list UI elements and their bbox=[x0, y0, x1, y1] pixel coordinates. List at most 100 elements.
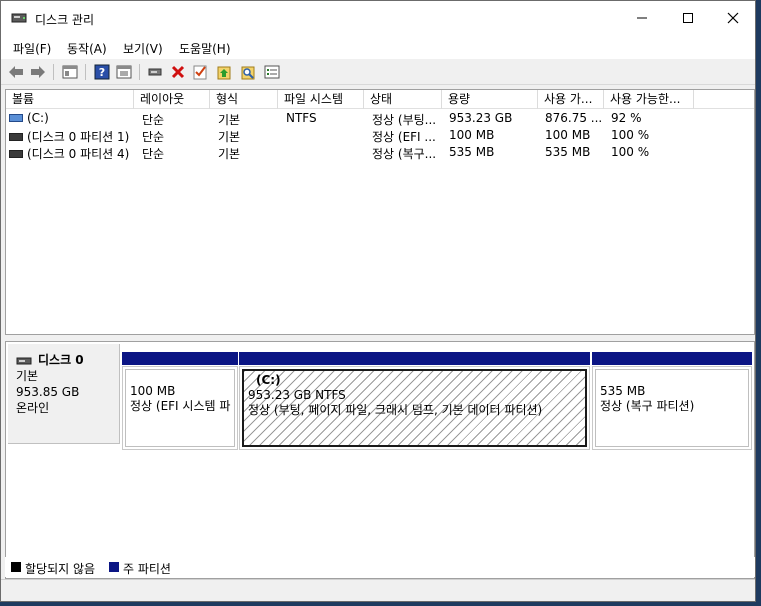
toolbar: ? bbox=[1, 59, 755, 85]
capacity-cell: 100 MB bbox=[449, 128, 495, 142]
settings-list-icon[interactable] bbox=[263, 63, 281, 81]
menu-bar: 파일(F) 동작(A) 보기(V) 도움말(H) bbox=[1, 35, 755, 59]
table-row[interactable]: (디스크 0 파티션 4) 단순 기본 정상 (복구... 535 MB 535… bbox=[6, 144, 754, 161]
layout-cell: 단순 bbox=[142, 113, 165, 127]
table-row[interactable]: (C:) 단순 기본 NTFS 정상 (부팅... 953.23 GB 876.… bbox=[6, 110, 754, 127]
disk-name: 디스크 0 bbox=[38, 353, 84, 367]
search-icon[interactable] bbox=[239, 63, 257, 81]
free-space-cell: 876.75 ... bbox=[545, 111, 603, 125]
legend-swatch-unallocated bbox=[11, 562, 21, 572]
show-hide-console-tree-icon[interactable] bbox=[61, 63, 79, 81]
free-space-cell: 100 MB bbox=[545, 128, 591, 142]
toolbar-separator bbox=[53, 64, 54, 80]
column-header-filesystem[interactable]: 파일 시스템 bbox=[278, 90, 364, 109]
primary-partition-bar bbox=[592, 352, 752, 365]
partition-content: 535 MB 정상 (복구 파티션) bbox=[595, 369, 749, 447]
properties-icon[interactable] bbox=[115, 63, 133, 81]
back-icon[interactable] bbox=[7, 63, 25, 81]
volume-cell: (C:) bbox=[9, 111, 49, 125]
close-button[interactable] bbox=[710, 1, 756, 35]
volume-icon bbox=[9, 113, 23, 122]
legend-label-unallocated: 할당되지 않음 bbox=[25, 562, 96, 576]
check-icon[interactable] bbox=[191, 63, 209, 81]
partition-content: (C:) 953.23 GB NTFS 정상 (부팅, 페이지 파일, 크래시 … bbox=[242, 369, 587, 447]
connect-icon[interactable] bbox=[147, 63, 165, 81]
layout-cell: 단순 bbox=[142, 130, 165, 144]
partition-size: 953.23 GB NTFS bbox=[248, 388, 346, 402]
forward-icon[interactable] bbox=[29, 63, 47, 81]
menu-action[interactable]: 동작(A) bbox=[67, 40, 107, 57]
menu-file[interactable]: 파일(F) bbox=[13, 40, 51, 57]
partition-body: 535 MB 정상 (복구 파티션) bbox=[592, 366, 752, 450]
partition-status: 정상 (EFI 시스템 파 bbox=[130, 399, 231, 413]
volume-icon bbox=[9, 149, 23, 158]
legend: 할당되지 않음 주 파티션 bbox=[5, 557, 755, 577]
partition-label: (C:) bbox=[256, 373, 281, 387]
partition-body: (C:) 953.23 GB NTFS 정상 (부팅, 페이지 파일, 크래시 … bbox=[239, 366, 590, 450]
disk-graphical-view: 디스크 0 기본 953.85 GB 온라인 100 MB 정상 (EFI 시스… bbox=[5, 341, 755, 579]
column-header-status[interactable]: 상태 bbox=[364, 90, 442, 109]
volume-list: 볼륨 레이아웃 형식 파일 시스템 상태 용량 사용 가... 사용 가능한..… bbox=[5, 89, 755, 335]
status-cell: 정상 (EFI ... bbox=[372, 130, 436, 144]
type-cell: 기본 bbox=[218, 113, 241, 127]
partition-c-drive[interactable]: (C:) 953.23 GB NTFS 정상 (부팅, 페이지 파일, 크래시 … bbox=[239, 352, 590, 450]
primary-partition-bar bbox=[239, 352, 590, 365]
status-cell: 정상 (복구... bbox=[372, 147, 437, 161]
disk-management-icon bbox=[11, 11, 27, 25]
volume-name: (디스크 0 파티션 1) bbox=[27, 130, 130, 144]
type-cell: 기본 bbox=[218, 130, 241, 144]
window-title: 디스크 관리 bbox=[35, 13, 95, 27]
status-cell: 정상 (부팅... bbox=[372, 113, 437, 127]
minimize-button[interactable] bbox=[619, 1, 665, 35]
capacity-cell: 535 MB bbox=[449, 145, 495, 159]
free-space-cell: 535 MB bbox=[545, 145, 591, 159]
partition-size: 100 MB bbox=[130, 384, 176, 398]
disk-management-window: 디스크 관리 파일(F) 동작(A) 보기(V) 도움말(H) ? 볼륨 레이아… bbox=[0, 0, 756, 602]
column-header-type[interactable]: 형식 bbox=[210, 90, 278, 109]
filesystem-cell: NTFS bbox=[286, 111, 317, 125]
disk-size: 953.85 GB bbox=[16, 385, 80, 399]
volume-list-header: 볼륨 레이아웃 형식 파일 시스템 상태 용량 사용 가... 사용 가능한..… bbox=[6, 90, 754, 109]
disk-info-panel[interactable]: 디스크 0 기본 953.85 GB 온라인 bbox=[8, 344, 120, 444]
maximize-button[interactable] bbox=[665, 1, 711, 35]
percent-free-cell: 92 % bbox=[611, 111, 642, 125]
svg-text:?: ? bbox=[99, 66, 105, 79]
column-header-volume[interactable]: 볼륨 bbox=[6, 90, 134, 109]
disk-state: 온라인 bbox=[16, 401, 50, 415]
status-bar bbox=[1, 579, 755, 601]
up-icon[interactable] bbox=[215, 63, 233, 81]
menu-help[interactable]: 도움말(H) bbox=[179, 40, 231, 57]
disk-type: 기본 bbox=[16, 369, 39, 383]
partition-size: 535 MB bbox=[600, 384, 646, 398]
layout-cell: 단순 bbox=[142, 147, 165, 161]
delete-icon[interactable] bbox=[169, 63, 187, 81]
type-cell: 기본 bbox=[218, 147, 241, 161]
volume-cell: (디스크 0 파티션 1) bbox=[9, 128, 129, 145]
percent-free-cell: 100 % bbox=[611, 128, 650, 142]
menu-view[interactable]: 보기(V) bbox=[123, 40, 163, 57]
table-row[interactable]: (디스크 0 파티션 1) 단순 기본 정상 (EFI ... 100 MB 1… bbox=[6, 127, 754, 144]
column-header-percent-free[interactable]: 사용 가능한... bbox=[604, 90, 694, 109]
primary-partition-bar bbox=[122, 352, 238, 365]
toolbar-separator bbox=[139, 64, 140, 80]
partition-status: 정상 (부팅, 페이지 파일, 크래시 덤프, 기본 데이터 파티션) bbox=[248, 403, 543, 417]
column-header-free-space[interactable]: 사용 가... bbox=[538, 90, 604, 109]
partition-recovery[interactable]: 535 MB 정상 (복구 파티션) bbox=[592, 352, 752, 450]
volume-name: (C:) bbox=[27, 111, 49, 125]
capacity-cell: 953.23 GB bbox=[449, 111, 513, 125]
partition-efi[interactable]: 100 MB 정상 (EFI 시스템 파 bbox=[122, 352, 238, 450]
volume-name: (디스크 0 파티션 4) bbox=[27, 147, 130, 161]
partition-content: 100 MB 정상 (EFI 시스템 파 bbox=[125, 369, 235, 447]
volume-icon bbox=[9, 132, 23, 141]
percent-free-cell: 100 % bbox=[611, 145, 650, 159]
legend-label-primary: 주 파티션 bbox=[123, 562, 171, 576]
toolbar-separator bbox=[85, 64, 86, 80]
column-header-capacity[interactable]: 용량 bbox=[442, 90, 538, 109]
partition-status: 정상 (복구 파티션) bbox=[600, 399, 695, 413]
volume-cell: (디스크 0 파티션 4) bbox=[9, 145, 129, 162]
partition-body: 100 MB 정상 (EFI 시스템 파 bbox=[122, 366, 238, 450]
disk-name-row: 디스크 0 bbox=[16, 352, 119, 368]
column-header-layout[interactable]: 레이아웃 bbox=[134, 90, 210, 109]
help-icon[interactable]: ? bbox=[93, 63, 111, 81]
title-bar: 디스크 관리 bbox=[1, 1, 755, 35]
